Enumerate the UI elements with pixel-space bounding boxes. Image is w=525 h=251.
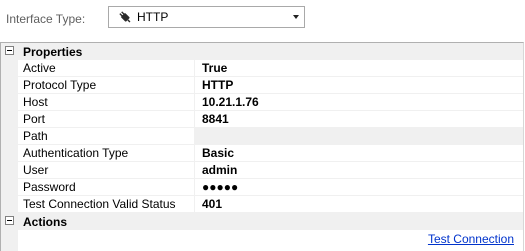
property-value[interactable]: HTTP (194, 77, 523, 94)
dropdown-arrow-icon[interactable] (293, 15, 299, 19)
category-label: Properties (23, 45, 83, 59)
property-name: Password (18, 179, 194, 196)
category-actions[interactable]: Actions (1, 213, 523, 230)
interface-type-combobox[interactable]: HTTP (108, 6, 305, 28)
category-label: Actions (23, 215, 68, 229)
collapse-toggle-icon[interactable] (5, 46, 14, 55)
category-properties[interactable]: Properties (1, 43, 523, 60)
property-row-path[interactable]: Path (1, 128, 523, 145)
interface-type-value: HTTP (137, 10, 169, 24)
property-name: Test Connection Valid Status (18, 196, 194, 213)
property-grid: Properties Active True Protocol Type HTT… (0, 42, 524, 251)
plug-icon (117, 9, 133, 25)
property-value[interactable]: ●●●●● (194, 179, 523, 196)
property-row-test-connection-valid-status[interactable]: Test Connection Valid Status 401 (1, 196, 523, 213)
property-name: Port (18, 111, 194, 128)
collapse-toggle-icon[interactable] (5, 216, 14, 225)
actions-row: Test Connection (18, 230, 523, 247)
property-row-password[interactable]: Password ●●●●● (1, 179, 523, 196)
property-value[interactable]: admin (194, 162, 523, 179)
test-connection-link[interactable]: Test Connection (428, 232, 514, 246)
property-name: Host (18, 94, 194, 111)
property-name: Path (18, 128, 194, 145)
property-value[interactable]: 8841 (194, 111, 523, 128)
property-row-host[interactable]: Host 10.21.1.76 (1, 94, 523, 111)
property-row-active[interactable]: Active True (1, 60, 523, 77)
property-name: User (18, 162, 194, 179)
interface-type-label: Interface Type: (6, 12, 86, 26)
property-row-protocol-type[interactable]: Protocol Type HTTP (1, 77, 523, 94)
property-value[interactable]: Basic (194, 145, 523, 162)
property-name: Protocol Type (18, 77, 194, 94)
property-row-port[interactable]: Port 8841 (1, 111, 523, 128)
property-value[interactable]: 401 (194, 196, 523, 213)
property-value[interactable] (194, 128, 523, 145)
property-name: Active (18, 60, 194, 77)
property-name: Authentication Type (18, 145, 194, 162)
property-value[interactable]: 10.21.1.76 (194, 94, 523, 111)
property-value[interactable]: True (194, 60, 523, 77)
property-row-user[interactable]: User admin (1, 162, 523, 179)
property-row-authentication-type[interactable]: Authentication Type Basic (1, 145, 523, 162)
